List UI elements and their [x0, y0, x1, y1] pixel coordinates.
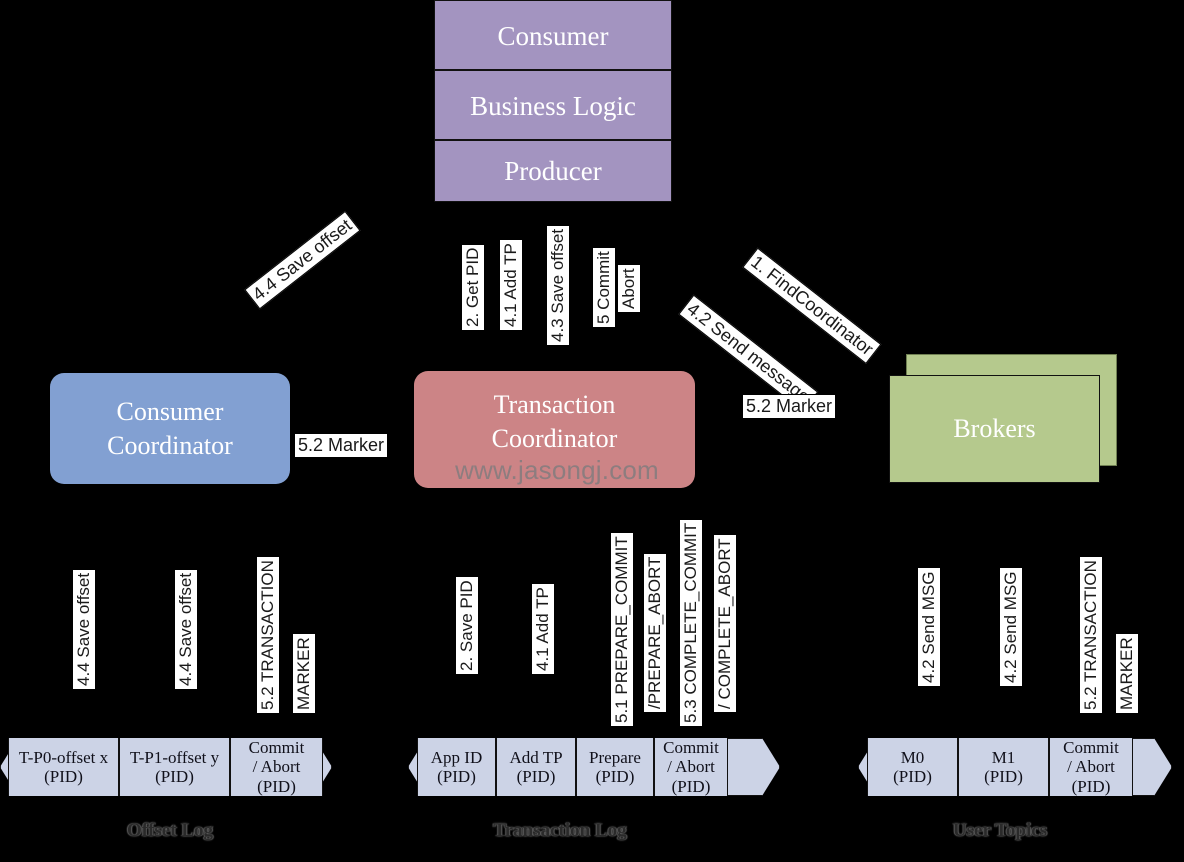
- user-topics-cell-2[interactable]: Commit / Abort (PID): [1049, 738, 1133, 796]
- transaction-log-cell-0[interactable]: App ID (PID): [417, 738, 496, 796]
- cell-line-2: (PID): [44, 767, 83, 786]
- transaction-log-lane: App ID (PID) Add TP (PID) Prepare (PID) …: [408, 738, 780, 796]
- cell-line-2: (PID): [893, 767, 932, 786]
- offset-log-cell-1[interactable]: T-P1-offset y (PID): [119, 738, 230, 796]
- app-stack-row-business-logic: Business Logic: [435, 71, 671, 141]
- cell-line-3: (PID): [1071, 776, 1111, 796]
- cell-line-2: / Abort: [252, 757, 301, 777]
- label-4-4-save-offset-2: 4.4 Save offset: [174, 568, 198, 690]
- cell-line-1: Commit: [248, 738, 305, 758]
- label-4-1-add-tp-top: 4.1 Add TP: [499, 239, 523, 331]
- label-4-4-save-offset-diagonal: 4.4 Save offset: [244, 210, 361, 310]
- user-topics-caption: User Topics: [952, 820, 1048, 841]
- label-5-3-complete-commit: 5.3 COMPLETE_COMMIT: [679, 518, 703, 727]
- consumer-coordinator-label: Consumer Coordinator: [107, 397, 233, 460]
- user-topics-cell-1[interactable]: M1 (PID): [958, 738, 1049, 796]
- cell-line-2: (PID): [437, 767, 476, 786]
- cell-line-2: (PID): [155, 767, 194, 786]
- cell-line-1: Commit: [663, 738, 719, 758]
- label-2-save-pid: 2. Save PID: [455, 576, 479, 675]
- label-5-1-prepare-commit: 5.1 PREPARE_COMMIT: [610, 532, 634, 727]
- label-4-2-send-msg-1: 4.2 Send MSG: [917, 567, 941, 687]
- cell-line-1: Prepare: [589, 747, 641, 767]
- transaction-log-cell-3[interactable]: Commit / Abort (PID): [654, 738, 728, 796]
- cell-line-2: (PID): [984, 767, 1023, 786]
- label-1-find-coordinator: 1. FindCoordinator: [742, 247, 882, 365]
- label-marker-left-line2: MARKER: [292, 633, 316, 714]
- cell-line-1: Commit: [1063, 738, 1119, 758]
- label-5-2-transaction-marker-right: 5.2 TRANSACTION: [1079, 556, 1103, 714]
- cell-line-1: M1: [991, 747, 1016, 767]
- diagram-canvas: Consumer Business Logic Producer 4.4 Sav…: [0, 0, 1184, 862]
- label-2-get-pid: 2. Get PID: [461, 243, 485, 331]
- user-topics-lane: M0 (PID) M1 (PID) Commit / Abort (PID): [858, 738, 1172, 796]
- offset-log-cell-0[interactable]: T-P0-offset x (PID): [8, 738, 119, 796]
- application-stack: Consumer Business Logic Producer: [434, 0, 672, 202]
- app-stack-row-consumer: Consumer: [435, 1, 671, 71]
- offset-log-caption: Offset Log: [126, 820, 213, 841]
- label-5-commit: 5 Commit: [592, 247, 616, 328]
- offset-log-lane: T-P0-offset x (PID) T-P1-offset y (PID) …: [0, 738, 332, 796]
- label-5-2-transaction-marker-left: 5.2 TRANSACTION: [256, 556, 280, 714]
- watermark: www.jasongj.com: [455, 455, 659, 485]
- transaction-log-caption: Transaction Log: [493, 820, 627, 841]
- transaction-log-cell-2[interactable]: Prepare (PID): [576, 738, 654, 796]
- transaction-coordinator-label: Transaction Coordinator: [491, 390, 618, 453]
- label-4-3-save-offset: 4.3 Save offset: [546, 224, 570, 346]
- node-consumer-coordinator[interactable]: Consumer Coordinator: [50, 373, 290, 484]
- cell-line-1: T-P0-offset x: [18, 747, 109, 767]
- label-complete-abort: / COMPLETE_ABORT: [713, 534, 737, 713]
- cell-line-2: (PID): [595, 767, 635, 786]
- cell-line-2: / Abort: [667, 757, 715, 777]
- cell-line-3: (PID): [671, 776, 711, 796]
- label-abort: Abort: [617, 264, 641, 313]
- label-4-1-add-tp-bottom: 4.1 Add TP: [531, 583, 555, 675]
- user-topics-cell-0[interactable]: M0 (PID): [867, 738, 958, 796]
- node-brokers[interactable]: Brokers: [889, 375, 1100, 483]
- cell-line-1: M0: [900, 747, 925, 767]
- cell-line-1: T-P1-offset y: [129, 747, 220, 767]
- label-5-2-marker-right: 5.2 Marker: [742, 394, 837, 419]
- label-4-2-send-msg-2: 4.2 Send MSG: [999, 567, 1023, 687]
- cell-line-3: (PID): [257, 776, 296, 796]
- cell-line-2: / Abort: [1067, 757, 1115, 777]
- app-stack-row-producer: Producer: [435, 141, 671, 201]
- cell-line-1: App ID: [430, 747, 483, 767]
- cell-line-2: (PID): [516, 767, 556, 786]
- brokers-label: Brokers: [953, 414, 1036, 443]
- label-prepare-abort: /PREPARE_ABORT: [643, 552, 667, 713]
- transaction-log-cell-1[interactable]: Add TP (PID): [496, 738, 576, 796]
- offset-log-cell-2[interactable]: Commit / Abort (PID): [230, 738, 323, 796]
- label-marker-right-line2: MARKER: [1115, 633, 1139, 714]
- label-4-4-save-offset-1: 4.4 Save offset: [72, 568, 96, 690]
- cell-line-1: Add TP: [509, 747, 563, 767]
- label-5-2-marker-left: 5.2 Marker: [294, 433, 389, 458]
